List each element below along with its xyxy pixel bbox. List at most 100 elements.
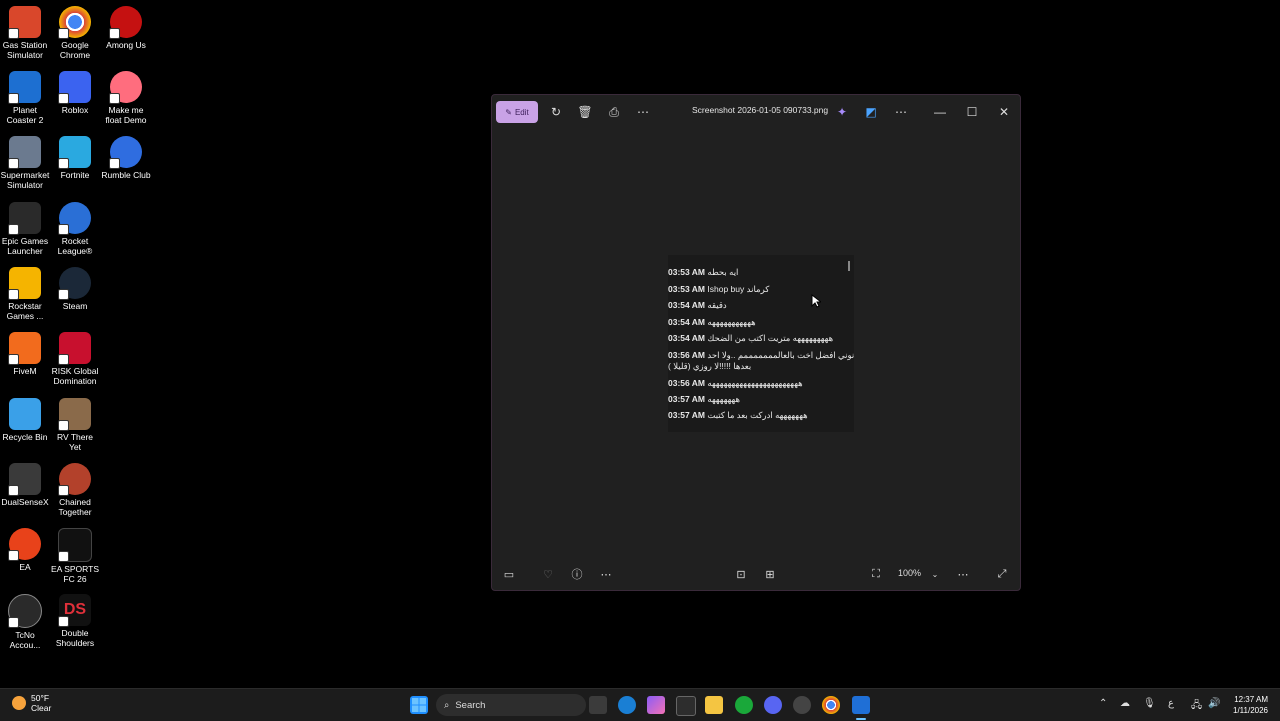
desktop-icon-rocket-league[interactable]: Rocket League® xyxy=(50,196,100,256)
chained-together-icon xyxy=(58,463,91,496)
desktop-icon-make-me-float[interactable]: Make me float Demo xyxy=(101,65,151,125)
desktop-icon-risk[interactable]: RISK Global Domination xyxy=(50,326,100,386)
steam-icon xyxy=(58,267,91,300)
minimize-button[interactable]: — xyxy=(930,101,950,123)
more-options-button[interactable]: ⋯ xyxy=(633,101,653,123)
visual-search-button[interactable]: ⊡ xyxy=(732,566,750,582)
desktop-icon-chained-together[interactable]: Chained Together xyxy=(50,457,100,517)
delete-button[interactable]: 🗑 xyxy=(575,101,595,123)
desktop-icon-supermarket-simulator[interactable]: Supermarket Simulator xyxy=(0,130,50,190)
desktop-icon-among-us[interactable]: Among Us xyxy=(101,0,151,50)
designer-button[interactable]: ◩ xyxy=(861,101,881,123)
edge-icon[interactable] xyxy=(618,696,636,714)
file-explorer-icon[interactable] xyxy=(705,696,723,714)
more-icon: ⋯ xyxy=(637,105,649,119)
weather-widget[interactable]: 50°F Clear xyxy=(12,693,51,713)
more-icon: ⋯ xyxy=(600,568,612,581)
fullscreen-button[interactable]: ⤢ xyxy=(993,566,1011,582)
copilot-button[interactable]: ✦ xyxy=(832,101,852,123)
fit-to-window-button[interactable]: ⛶ xyxy=(867,566,885,582)
fortnite-icon xyxy=(58,136,91,169)
expand-icon: ⤢ xyxy=(997,567,1007,580)
bottom-more-button[interactable]: ⋯ xyxy=(597,566,615,582)
desktop-icon-steam[interactable]: Steam xyxy=(50,261,100,311)
image-canvas[interactable]: 03:53 AM ايه بحطه 03:53 AM Ishop buy كرم… xyxy=(668,255,854,432)
minimize-icon: — xyxy=(934,105,946,119)
volume-icon[interactable]: 🔊 xyxy=(1208,698,1220,709)
favorite-button[interactable]: ♡ xyxy=(539,566,557,582)
edit-button[interactable]: ✎ Edit xyxy=(496,101,538,123)
chat-message: 03:54 AM هههههههههه متريت اكتب من الضحك xyxy=(668,333,834,343)
desktop-icon-fortnite[interactable]: Fortnite xyxy=(50,130,100,180)
close-button[interactable]: ✕ xyxy=(994,101,1014,123)
store-icon[interactable] xyxy=(676,696,696,716)
desktop-icon-planet-coaster-2[interactable]: Planet Coaster 2 xyxy=(0,65,50,125)
chat-scrollbar[interactable] xyxy=(848,261,850,271)
planet-coaster-icon xyxy=(8,71,41,104)
view-more-button[interactable]: ⋯ xyxy=(954,566,972,582)
copilot-icon[interactable] xyxy=(647,696,665,714)
scan-text-button[interactable]: ⊞ xyxy=(761,566,779,582)
chat-message-continuation: بعدها !!!!!لا روزي (قليلا ) xyxy=(668,361,752,371)
more-icon: ⋯ xyxy=(957,568,969,581)
chevron-down-icon: ⌄ xyxy=(931,569,939,579)
designer-icon: ◩ xyxy=(865,105,877,119)
desktop-icon-dualsensex[interactable]: DualSenseX xyxy=(0,457,50,507)
xbox-icon[interactable] xyxy=(735,696,753,714)
filmstrip-button[interactable]: ▭ xyxy=(500,566,518,582)
clock[interactable]: 12:37 AM 1/11/2026 xyxy=(1233,694,1268,716)
discord-icon[interactable] xyxy=(764,696,782,714)
windows-icon xyxy=(412,698,426,712)
desktop-icon-rv-there-yet[interactable]: RV There Yet xyxy=(50,392,100,452)
settings-gear-icon[interactable] xyxy=(793,696,811,714)
microphone-icon[interactable]: 🎙 xyxy=(1143,698,1156,709)
desktop-icon-double-shoulders[interactable]: DS Double Shoulders xyxy=(50,588,100,648)
network-icon[interactable]: 🖧 xyxy=(1191,698,1202,715)
desktop-icon-rumble-club[interactable]: Rumble Club xyxy=(101,130,151,180)
chrome-icon xyxy=(58,6,91,39)
edit-icon: ✎ xyxy=(505,107,512,117)
photos-taskbar-icon[interactable] xyxy=(852,696,870,714)
rotate-button[interactable]: ↻ xyxy=(546,101,566,123)
desktop-icon-ea-sports-fc[interactable]: EA SPORTS FC 26 xyxy=(50,522,100,584)
desktop-icon-ea[interactable]: EA xyxy=(0,522,50,572)
desktop-icon-recycle-bin[interactable]: Recycle Bin xyxy=(0,392,50,442)
chat-message: 03:56 AM هههههههههههههههههههههههه xyxy=(668,378,803,388)
print-button[interactable]: ⎙ xyxy=(604,101,624,123)
onedrive-icon[interactable]: ☁ xyxy=(1120,698,1130,709)
copilot-icon: ✦ xyxy=(836,105,848,119)
dualsensex-icon xyxy=(8,463,41,496)
tcno-icon xyxy=(8,594,42,628)
desktop-icon-gas-station-simulator[interactable]: Gas Station Simulator xyxy=(0,0,50,60)
language-indicator[interactable]: ع xyxy=(1168,698,1174,709)
chat-message: 03:54 AM دقيقه xyxy=(668,300,727,310)
among-us-icon xyxy=(109,6,142,39)
print-icon: ⎙ xyxy=(609,104,619,119)
close-icon: ✕ xyxy=(998,105,1010,119)
start-button[interactable] xyxy=(410,696,428,714)
desktop-icon-rockstar-games[interactable]: Rockstar Games ... xyxy=(0,261,50,321)
file-info-button[interactable]: ⓘ xyxy=(568,566,586,582)
show-hidden-icons-button[interactable]: ⌃ xyxy=(1099,698,1107,709)
task-view-button[interactable] xyxy=(589,696,607,714)
maximize-button[interactable]: ☐ xyxy=(962,101,982,123)
desktop-icon-epic-games[interactable]: Epic Games Launcher xyxy=(0,196,50,256)
desktop-icon-tcno[interactable]: TcNo Accou... xyxy=(0,588,50,650)
desktop-icon-google-chrome[interactable]: Google Chrome xyxy=(50,0,100,60)
desktop-icon-roblox[interactable]: Roblox xyxy=(50,65,100,115)
zoom-level[interactable]: 100% xyxy=(898,568,921,578)
chrome-taskbar-icon[interactable] xyxy=(822,696,840,714)
chevron-up-icon: ⌃ xyxy=(1099,698,1108,709)
rumble-club-icon xyxy=(109,136,142,169)
zoom-dropdown[interactable]: ⌄ xyxy=(928,566,942,582)
taskbar: 50°F Clear ⌕ Search ⌃ ☁ 🎙 ع 🖧 🔊 12:37 AM… xyxy=(0,688,1280,721)
title-more-button[interactable]: ⋯ xyxy=(891,101,911,123)
desktop-icon-fivem[interactable]: FiveM xyxy=(0,326,50,376)
fit-icon: ⛶ xyxy=(872,567,880,580)
maximize-icon: ☐ xyxy=(966,105,978,119)
rv-there-yet-icon xyxy=(58,398,91,431)
epic-games-icon xyxy=(8,202,41,235)
rockstar-icon xyxy=(8,267,41,300)
risk-icon xyxy=(58,332,91,365)
taskbar-search[interactable]: ⌕ Search xyxy=(436,694,586,716)
